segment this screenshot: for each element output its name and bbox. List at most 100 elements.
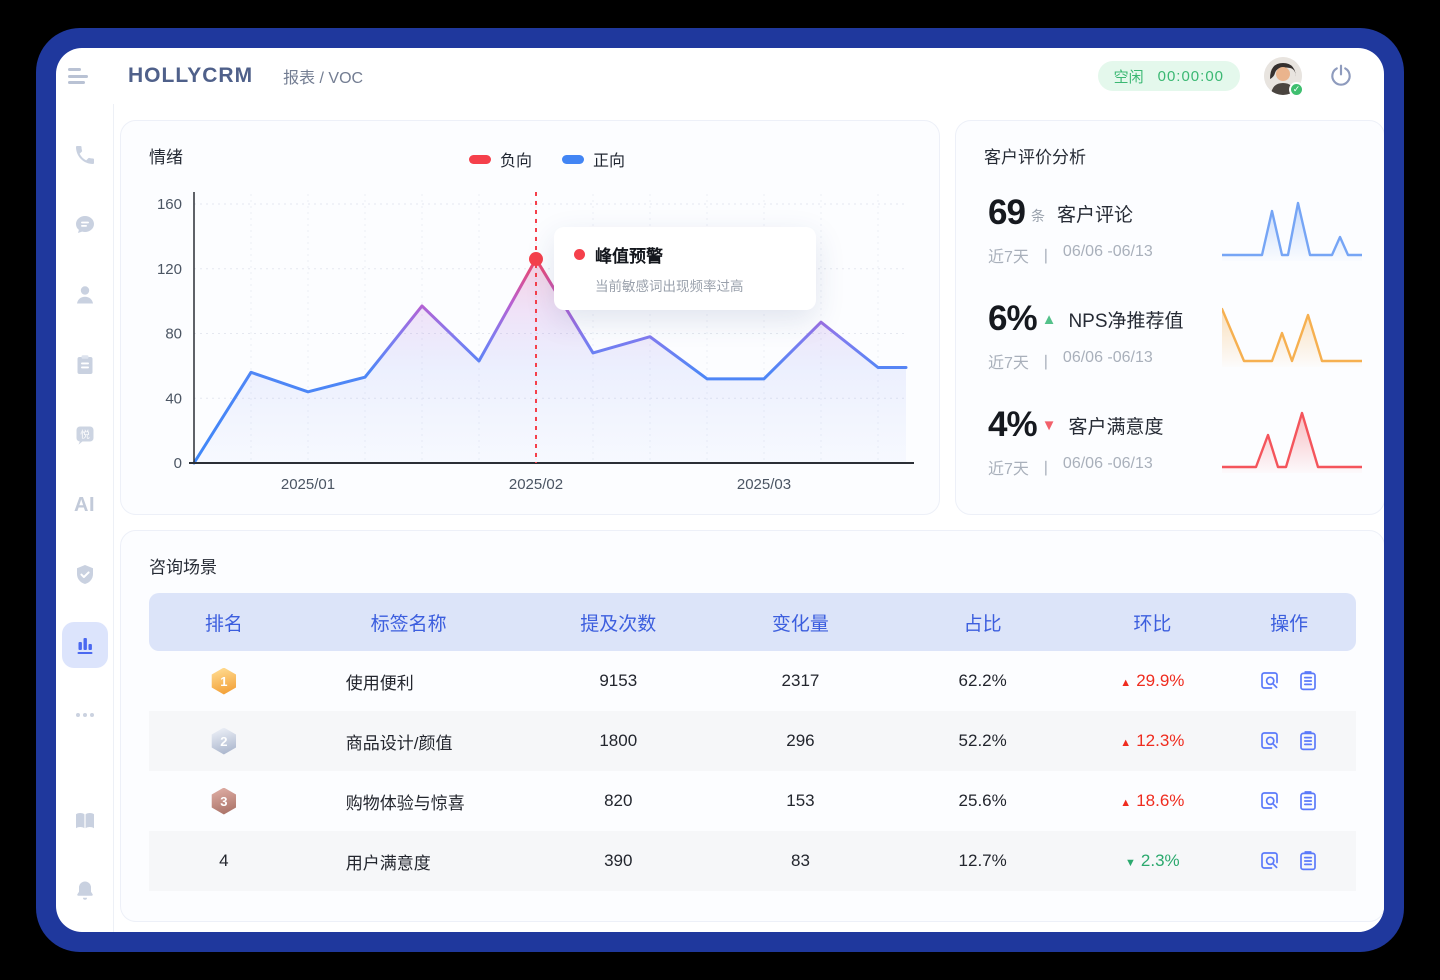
header-right: 空闲 00:00:00 ✓ (1098, 57, 1354, 95)
share-cell: 62.2% (883, 671, 1083, 691)
consult-scene-card: 咨询场景 排名 标签名称 提及次数 变化量 占比 环比 操作 1使用便利9153… (120, 530, 1384, 922)
report-icon[interactable] (1297, 670, 1319, 692)
col-label: 标签名称 (299, 609, 519, 636)
power-icon[interactable] (1328, 63, 1354, 89)
person-icon (73, 283, 97, 307)
sidebar: 悦 AI (56, 104, 114, 932)
mom-down-icon: ▼ (1125, 857, 1136, 869)
rank-cell: 1 (149, 668, 299, 695)
sidebar-item-contacts[interactable] (56, 260, 113, 330)
sidebar-item-ai[interactable]: AI (56, 470, 113, 540)
actions-cell (1222, 670, 1356, 692)
sentiment-line-chart: 160120804002025/012025/022025/03 (121, 121, 941, 516)
sidebar-item-joy[interactable]: 悦 (56, 400, 113, 470)
report-icon[interactable] (1297, 790, 1319, 812)
report-icon[interactable] (1297, 850, 1319, 872)
main-content: 情绪 负向 正向 (114, 104, 1384, 932)
online-check-icon: ✓ (1289, 82, 1304, 97)
share-cell: 52.2% (883, 731, 1083, 751)
bell-icon (73, 879, 97, 903)
mentions-cell: 390 (518, 851, 718, 871)
svg-text:0: 0 (174, 455, 182, 472)
legend-negative[interactable]: 负向 (469, 147, 532, 171)
svg-text:2025/03: 2025/03 (737, 476, 791, 493)
sidebar-item-analytics[interactable] (56, 610, 113, 680)
legend-positive[interactable]: 正向 (562, 147, 625, 171)
table-row: 4用户满意度3908312.7%▼2.3% (149, 831, 1356, 891)
label-cell: 商品设计/颜值 (299, 729, 519, 754)
svg-text:2025/02: 2025/02 (509, 476, 563, 493)
bar-chart-icon (73, 633, 97, 657)
nps-sparkline (1222, 303, 1362, 369)
sidebar-item-chat[interactable] (56, 190, 113, 260)
change-cell: 2317 (718, 671, 883, 691)
menu-icon[interactable] (68, 68, 88, 84)
rank-cell: 4 (149, 851, 299, 871)
table-row: 2商品设计/颜值180029652.2%▲12.3% (149, 711, 1356, 771)
view-detail-icon[interactable] (1259, 670, 1281, 692)
rank-medal-gold: 1 (210, 668, 237, 695)
nps-label: NPS净推荐值 (1068, 306, 1183, 333)
svg-text:160: 160 (157, 196, 182, 213)
mom-cell: ▼2.3% (1082, 851, 1222, 871)
sidebar-item-notifications[interactable] (56, 856, 113, 926)
book-icon (73, 809, 97, 833)
satisfaction-value: 4% (988, 405, 1037, 445)
label-cell: 用户满意度 (299, 849, 519, 874)
actions-cell (1222, 730, 1356, 752)
stat-nps: 6% ▲ NPS净推荐值 近7天丨06/06 -06/13 (956, 283, 1384, 389)
negative-swatch (469, 155, 491, 164)
share-cell: 12.7% (883, 851, 1083, 871)
top-header: HOLLYCRM 报表 / VOC 空闲 00:00:00 ✓ (56, 48, 1384, 104)
chart-title: 情绪 (149, 143, 183, 168)
tooltip-title: 峰值预警 (595, 242, 663, 267)
table-row: 3购物体验与惊喜82015325.6%▲18.6% (149, 771, 1356, 831)
col-mentions: 提及次数 (518, 609, 718, 636)
tooltip-desc: 当前敏感词出现频率过高 (595, 275, 798, 295)
col-share: 占比 (883, 609, 1083, 636)
breadcrumb[interactable]: 报表 / VOC (283, 64, 363, 88)
svg-text:80: 80 (165, 326, 182, 343)
mom-up-icon: ▲ (1120, 737, 1131, 749)
chart-legend: 负向 正向 (469, 147, 625, 171)
report-icon[interactable] (1297, 730, 1319, 752)
actions-cell (1222, 790, 1356, 812)
satisfaction-label: 客户满意度 (1068, 412, 1163, 439)
sidebar-item-security[interactable] (56, 540, 113, 610)
trend-up-icon: ▲ (1042, 311, 1057, 328)
app-frame: HOLLYCRM 报表 / VOC 空闲 00:00:00 ✓ (36, 28, 1404, 952)
satisfaction-period: 近7天丨06/06 -06/13 (988, 455, 1222, 479)
status-label: 空闲 (1114, 66, 1144, 87)
rank-cell: 2 (149, 728, 299, 755)
svg-text:40: 40 (165, 390, 182, 407)
brand-logo: HOLLYCRM (128, 64, 253, 88)
sidebar-item-phone[interactable] (56, 120, 113, 190)
alert-dot-icon (574, 249, 585, 260)
mentions-cell: 820 (518, 791, 718, 811)
table-header: 排名 标签名称 提及次数 变化量 占比 环比 操作 (149, 593, 1356, 651)
sentiment-chart-card: 情绪 负向 正向 (120, 120, 940, 515)
shield-check-icon (73, 563, 97, 587)
col-mom: 环比 (1082, 609, 1222, 636)
rank-medal-silver: 2 (210, 728, 237, 755)
joy-bubble-icon: 悦 (73, 423, 97, 447)
sidebar-item-knowledge[interactable] (56, 786, 113, 856)
view-detail-icon[interactable] (1259, 790, 1281, 812)
stat-satisfaction: 4% ▼ 客户满意度 近7天丨06/06 -06/13 (956, 389, 1384, 495)
table-body: 1使用便利9153231762.2%▲29.9% 2商品设计/颜值1800296… (149, 651, 1356, 891)
svg-text:悦: 悦 (80, 429, 90, 441)
status-timer: 00:00:00 (1158, 68, 1224, 85)
view-detail-icon[interactable] (1259, 730, 1281, 752)
status-badge[interactable]: 空闲 00:00:00 (1098, 61, 1240, 91)
sidebar-item-more[interactable] (56, 680, 113, 750)
mom-cell: ▲29.9% (1082, 671, 1222, 691)
svg-text:2025/01: 2025/01 (281, 476, 335, 493)
sidebar-item-tasks[interactable] (56, 330, 113, 400)
rank-cell: 3 (149, 788, 299, 815)
nps-value: 6% (988, 299, 1037, 339)
avatar[interactable]: ✓ (1264, 57, 1302, 95)
view-detail-icon[interactable] (1259, 850, 1281, 872)
review-panel-title: 客户评价分析 (984, 143, 1086, 168)
trend-down-icon: ▼ (1042, 417, 1057, 434)
mom-cell: ▲12.3% (1082, 731, 1222, 751)
